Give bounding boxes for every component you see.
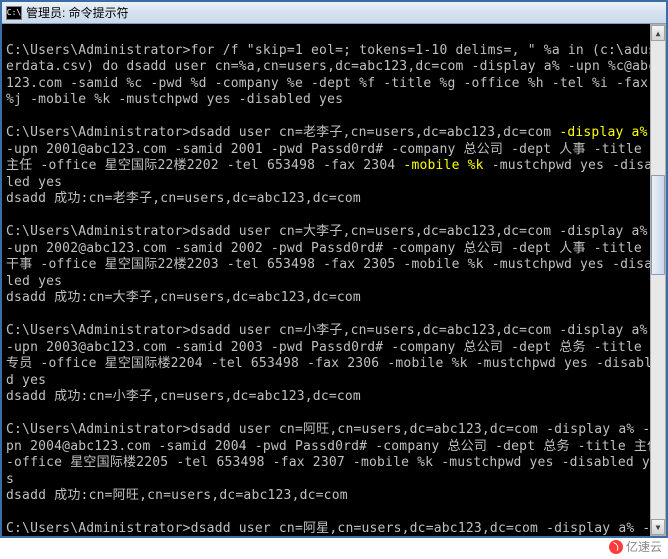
watermark-logo-icon <box>609 540 623 554</box>
terminal-line <box>6 109 662 126</box>
scroll-down-button[interactable]: ▼ <box>651 519 665 535</box>
terminal-line: C:\Users\Administrator>dsadd user cn=老李子… <box>6 125 662 191</box>
terminal-line: C:\Users\Administrator>for /f "skip=1 eo… <box>6 43 662 109</box>
terminal-line: dsadd 成功:cn=老李子,cn=users,dc=abc123,dc=co… <box>6 191 662 208</box>
scroll-thumb[interactable] <box>651 175 665 275</box>
terminal-output[interactable]: C:\Users\Administrator>for /f "skip=1 eo… <box>2 24 666 536</box>
terminal-line: C:\Users\Administrator>dsadd user cn=大李子… <box>6 224 662 290</box>
terminal-line: C:\Users\Administrator>dsadd user cn=小李子… <box>6 323 662 389</box>
terminal-line <box>6 208 662 225</box>
terminal-line: dsadd 成功:cn=小李子,cn=users,dc=abc123,dc=co… <box>6 389 662 406</box>
vertical-scrollbar[interactable]: ▲ ▼ <box>650 24 666 536</box>
terminal-line: dsadd 成功:cn=阿旺,cn=users,dc=abc123,dc=com <box>6 488 662 505</box>
terminal-line: C:\Users\Administrator>dsadd user cn=阿星,… <box>6 521 662 536</box>
terminal-line: dsadd 成功:cn=大李子,cn=users,dc=abc123,dc=co… <box>6 290 662 307</box>
watermark: 亿速云 <box>609 538 662 555</box>
terminal-line <box>6 307 662 324</box>
window-title: 管理员: 命令提示符 <box>26 4 662 21</box>
titlebar[interactable]: C:\ 管理员: 命令提示符 <box>2 2 666 24</box>
terminal-line <box>6 505 662 522</box>
scroll-up-button[interactable]: ▲ <box>651 25 665 41</box>
watermark-text: 亿速云 <box>626 538 662 555</box>
terminal-line <box>6 26 662 43</box>
command-prompt-window: C:\ 管理员: 命令提示符 C:\Users\Administrator>fo… <box>0 0 668 538</box>
terminal-line <box>6 406 662 423</box>
cmd-icon: C:\ <box>6 6 22 20</box>
terminal-line: C:\Users\Administrator>dsadd user cn=阿旺,… <box>6 422 662 488</box>
